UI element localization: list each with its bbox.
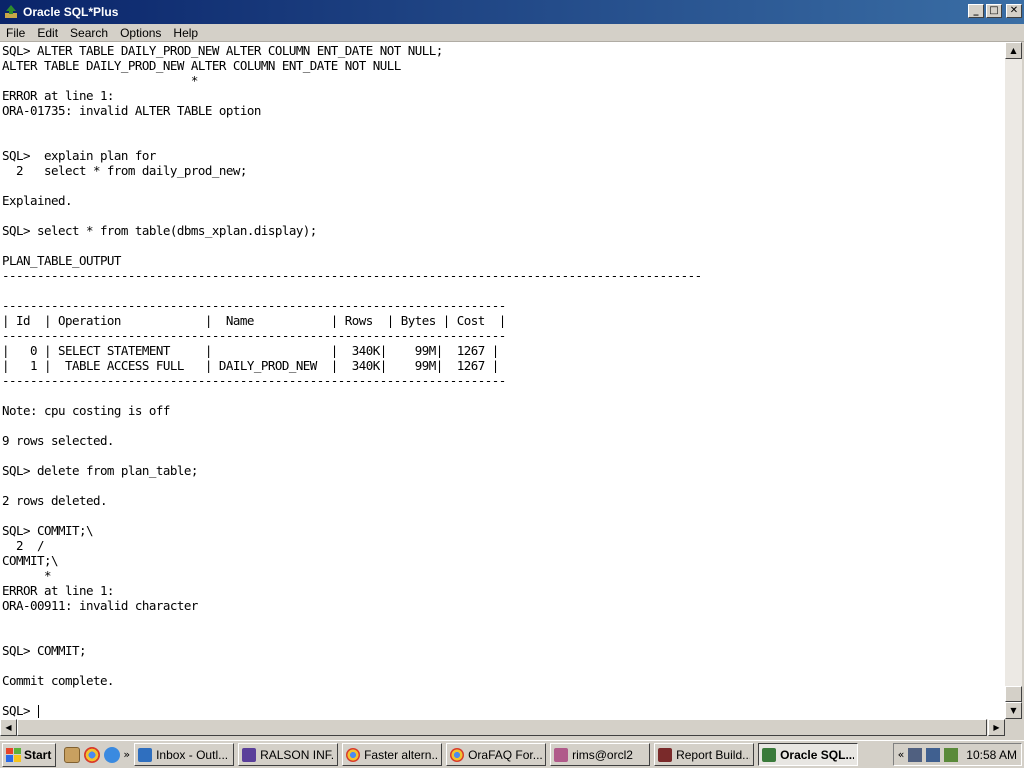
sql-prompt: SQL> (2, 703, 37, 718)
quick-launch-chevron-icon[interactable]: » (123, 748, 130, 761)
taskbar-item-report-builder[interactable]: Report Build... (654, 743, 755, 766)
document-icon (242, 747, 257, 762)
scroll-down-button[interactable]: ▼ (1005, 702, 1022, 719)
chrome-icon (450, 747, 465, 762)
maximize-button[interactable]: □ (986, 4, 1002, 18)
system-tray: « 10:58 AM (892, 743, 1022, 766)
console-text: SQL> ALTER TABLE DAILY_PROD_NEW ALTER CO… (2, 43, 702, 688)
scrollbar-corner (1005, 719, 1022, 736)
window-controls: _ □ ✕ (968, 4, 1022, 18)
tray-expand-chevron-icon[interactable]: « (898, 748, 905, 761)
menu-search[interactable]: Search (64, 26, 114, 40)
menu-bar: File Edit Search Options Help (0, 24, 1024, 42)
menu-file[interactable]: File (0, 26, 31, 40)
vertical-scrollbar[interactable]: ▲ ▼ (1005, 42, 1022, 719)
menu-options[interactable]: Options (114, 26, 167, 40)
console-output[interactable]: SQL> ALTER TABLE DAILY_PROD_NEW ALTER CO… (0, 42, 1005, 719)
report-icon (658, 747, 673, 762)
text-cursor (37, 705, 39, 718)
sqlplus-app-icon[interactable] (3, 4, 19, 20)
vertical-scroll-thumb[interactable] (1005, 686, 1022, 702)
quick-launch (64, 746, 121, 763)
start-button[interactable]: Start (2, 742, 57, 767)
taskbar-item-orafaq[interactable]: OraFAQ For... (446, 743, 547, 766)
start-label: Start (24, 747, 52, 762)
horizontal-scroll-thumb[interactable] (17, 719, 987, 736)
menu-edit[interactable]: Edit (31, 26, 64, 40)
taskbar-item-rims[interactable]: rims@orcl2 (550, 743, 651, 766)
menu-help[interactable]: Help (167, 26, 204, 40)
sqlplus-icon (762, 747, 777, 762)
taskbar-item-faster-alternative[interactable]: Faster altern... (342, 743, 443, 766)
database-icon (554, 747, 569, 762)
windows-logo-icon (6, 747, 21, 762)
chrome-icon (346, 747, 361, 762)
network-icon[interactable] (908, 747, 923, 762)
scroll-right-button[interactable]: ▶ (988, 719, 1005, 736)
horizontal-scrollbar[interactable]: ◀ ▶ (0, 719, 1005, 736)
show-desktop-icon[interactable] (64, 746, 81, 763)
clock[interactable]: 10:58 AM (966, 748, 1017, 762)
taskbar-item-inbox[interactable]: Inbox - Outl... (134, 743, 235, 766)
command-prompt-line[interactable]: SQL> (2, 703, 1005, 718)
scroll-up-button[interactable]: ▲ (1005, 42, 1022, 59)
close-button[interactable]: ✕ (1006, 4, 1022, 18)
computer-icon[interactable] (926, 747, 941, 762)
taskbar-item-oracle-sqlplus[interactable]: Oracle SQL... (758, 743, 859, 766)
title-bar: Oracle SQL*Plus _ □ ✕ (0, 0, 1024, 24)
outlook-icon (138, 747, 153, 762)
taskbar: Start » Inbox - Outl... RALSON INF... Fa… (0, 740, 1024, 768)
scroll-left-button[interactable]: ◀ (0, 719, 17, 736)
minimize-button[interactable]: _ (968, 4, 984, 18)
internet-explorer-icon[interactable] (104, 746, 121, 763)
chrome-icon[interactable] (84, 746, 101, 763)
vpn-icon[interactable] (944, 747, 959, 762)
window-title: Oracle SQL*Plus (23, 5, 119, 19)
taskbar-item-ralson[interactable]: RALSON INF... (238, 743, 339, 766)
